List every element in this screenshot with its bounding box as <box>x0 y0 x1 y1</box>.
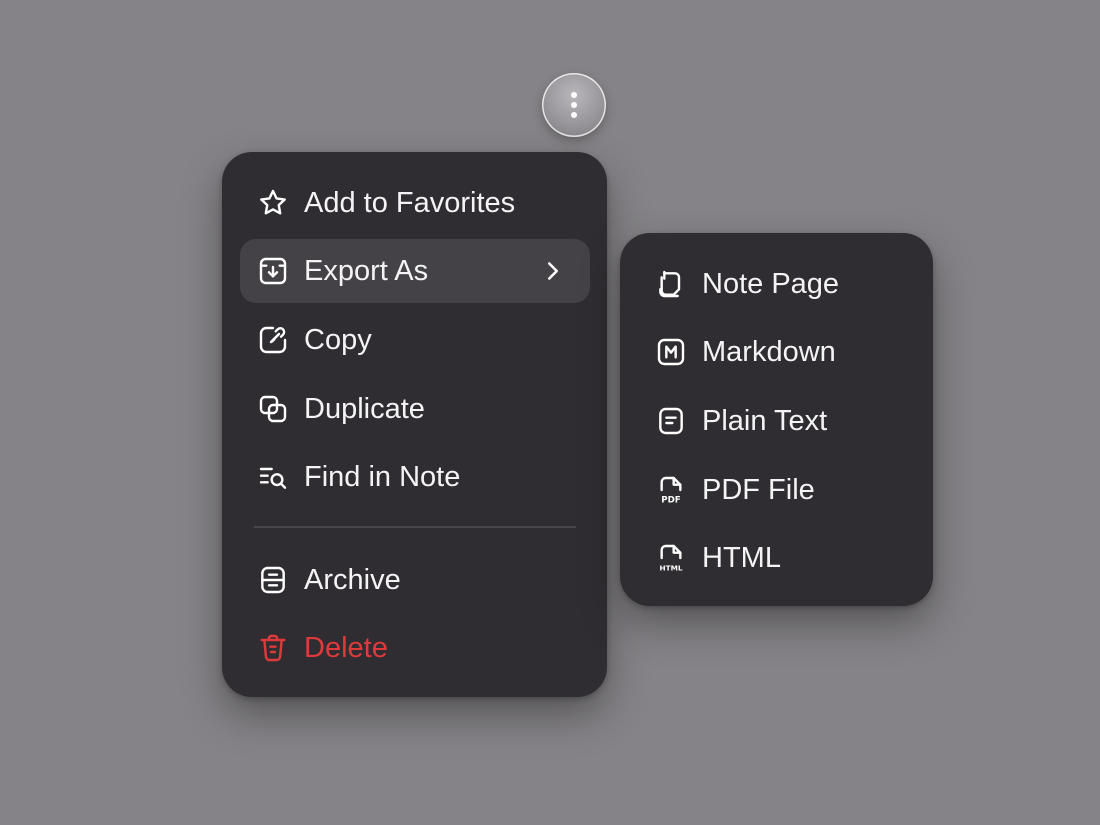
svg-text:HTML: HTML <box>659 564 682 573</box>
menu-item-archive[interactable]: Archive <box>240 548 590 612</box>
note-page-icon <box>654 267 688 301</box>
export-submenu: Note Page Markdown Plain Text PDF PDF Fi… <box>620 233 933 606</box>
export-icon <box>256 254 290 288</box>
submenu-item-markdown[interactable]: Markdown <box>638 320 915 384</box>
menu-item-label: Delete <box>304 631 388 664</box>
menu-item-add-to-favorites[interactable]: Add to Favorites <box>240 171 590 235</box>
menu-item-export-as[interactable]: Export As <box>240 239 590 303</box>
copy-link-icon <box>256 323 290 357</box>
submenu-item-plain-text[interactable]: Plain Text <box>638 389 915 453</box>
context-menu: Add to Favorites Export As Copy Duplicat… <box>222 152 607 697</box>
chevron-right-icon <box>548 262 558 280</box>
archive-icon <box>256 563 290 597</box>
submenu-item-label: Markdown <box>702 335 836 368</box>
menu-item-label: Duplicate <box>304 392 425 425</box>
menu-divider <box>254 526 576 528</box>
pdf-file-icon: PDF <box>654 473 688 507</box>
submenu-item-label: HTML <box>702 541 781 574</box>
find-in-note-icon <box>256 460 290 494</box>
submenu-item-html[interactable]: HTML HTML <box>638 526 915 590</box>
menu-item-label: Add to Favorites <box>304 186 516 219</box>
menu-item-label: Export As <box>304 254 429 287</box>
submenu-item-label: Plain Text <box>702 404 828 437</box>
submenu-item-note-page[interactable]: Note Page <box>638 252 915 316</box>
markdown-icon <box>654 335 688 369</box>
svg-text:PDF: PDF <box>661 496 681 506</box>
trash-icon <box>256 631 290 665</box>
menu-item-label: Copy <box>304 323 372 356</box>
menu-item-duplicate[interactable]: Duplicate <box>240 377 590 441</box>
submenu-item-pdf-file[interactable]: PDF PDF File <box>638 458 915 522</box>
menu-item-copy[interactable]: Copy <box>240 308 590 372</box>
submenu-item-label: PDF File <box>702 473 815 506</box>
duplicate-icon <box>256 392 290 426</box>
html-file-icon: HTML <box>654 541 688 575</box>
star-icon <box>256 186 290 220</box>
plain-text-icon <box>654 404 688 438</box>
menu-item-delete[interactable]: Delete <box>240 616 590 680</box>
more-vertical-icon <box>571 92 577 118</box>
submenu-item-label: Note Page <box>702 267 840 300</box>
menu-item-label: Find in Note <box>304 460 461 493</box>
more-options-button[interactable] <box>542 73 606 137</box>
menu-item-find-in-note[interactable]: Find in Note <box>240 445 590 509</box>
menu-item-label: Archive <box>304 563 401 596</box>
